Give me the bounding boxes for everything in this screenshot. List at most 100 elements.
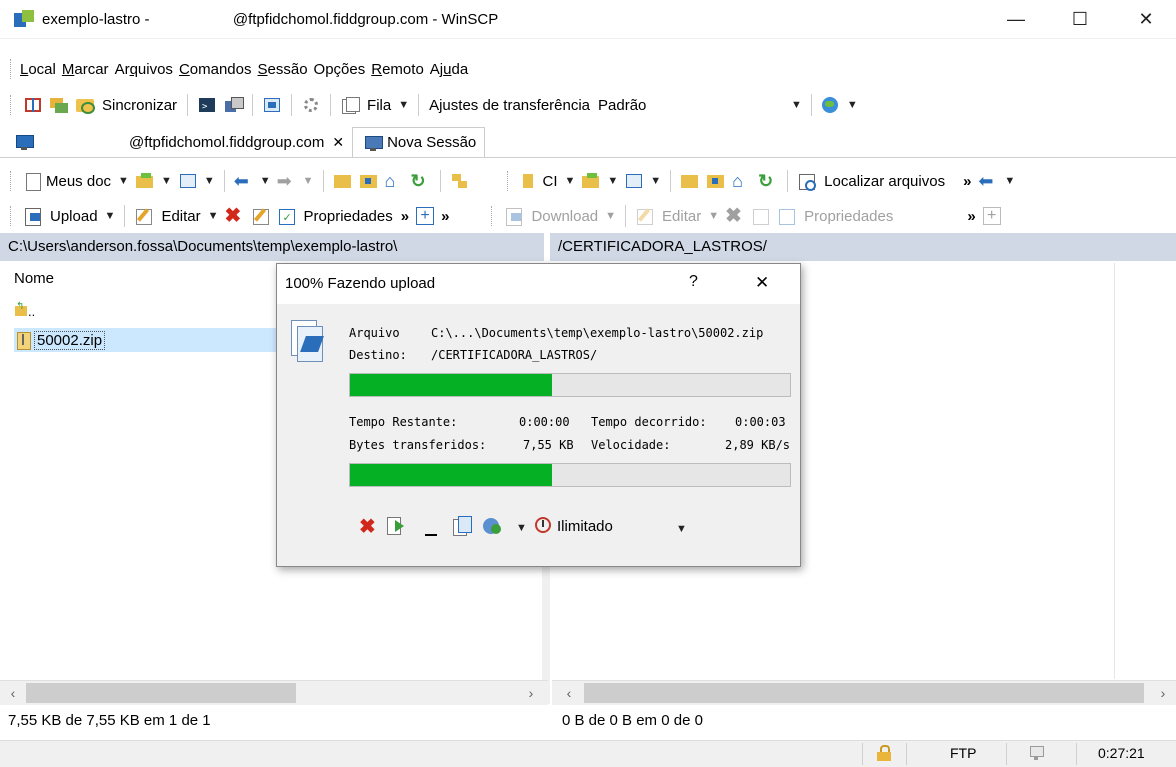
cancel-transfer-icon[interactable]: ✖: [359, 514, 376, 539]
forward-arrow-icon[interactable]: ➡: [277, 172, 297, 190]
speed-limit-select[interactable]: Ilimitado: [557, 518, 667, 535]
toolbar-grip[interactable]: [491, 206, 495, 226]
remote-back-dropdown-icon[interactable]: ▼: [1004, 175, 1015, 187]
close-button[interactable]: ✕: [1120, 0, 1172, 38]
download-dropdown-icon[interactable]: ▼: [605, 210, 616, 222]
remote-refresh-icon[interactable]: ↻: [758, 172, 778, 190]
compare-directories-icon[interactable]: [23, 96, 43, 114]
speed-limit-dropdown-icon[interactable]: ▼: [676, 523, 687, 535]
toggle-tree-icon[interactable]: [450, 172, 470, 190]
open-folder-icon[interactable]: [135, 172, 155, 190]
preferences-gear-icon[interactable]: [301, 96, 321, 114]
globe-dropdown-icon[interactable]: ▼: [847, 99, 858, 111]
globe-sync-icon[interactable]: [821, 96, 841, 114]
maximize-button[interactable]: ☐: [1054, 0, 1106, 38]
transfer-preset-select[interactable]: Padrão: [598, 97, 784, 114]
remote-location-select[interactable]: CI: [543, 173, 558, 190]
upload-dropdown-icon[interactable]: ▼: [105, 210, 116, 222]
toolbar-grip[interactable]: [10, 95, 14, 115]
new-plus-icon[interactable]: +: [416, 207, 435, 225]
remote-new-plus-icon[interactable]: +: [982, 207, 1001, 225]
menu-ajuda[interactable]: Ajuda: [430, 61, 468, 78]
transfer-preset-dropdown-icon[interactable]: ▼: [791, 99, 802, 111]
refresh-icon[interactable]: ↻: [411, 172, 431, 190]
local-computer-icon[interactable]: [14, 133, 34, 151]
find-files-icon[interactable]: [797, 172, 817, 191]
queue-dropdown-icon[interactable]: ▼: [398, 99, 409, 111]
local-path-bar[interactable]: C:\Users\anderson.fossa\Documents\temp\e…: [0, 233, 544, 261]
remote-rename-icon[interactable]: [751, 207, 771, 225]
file-row[interactable]: 50002.zip: [14, 328, 106, 352]
console-icon[interactable]: >: [197, 96, 217, 114]
remote-scroll-left-arrow-icon[interactable]: ‹: [558, 683, 580, 703]
properties-icon[interactable]: ✓: [277, 207, 297, 225]
column-header-name[interactable]: Nome: [14, 270, 54, 287]
remote-scrollbar-thumb[interactable]: [584, 683, 1144, 703]
delete-icon[interactable]: ✖: [225, 206, 245, 226]
minimize-dialog-icon[interactable]: [425, 534, 437, 536]
remote-path-bar[interactable]: /CERTIFICADORA_LASTROS/: [550, 233, 1176, 261]
on-completion-icon[interactable]: [483, 516, 503, 536]
move-to-background-icon[interactable]: [387, 516, 407, 536]
menu-sessao[interactable]: Sessão: [258, 61, 308, 78]
properties-button[interactable]: Propriedades: [304, 208, 393, 225]
remote-properties-button[interactable]: Propriedades: [804, 208, 893, 225]
menu-marcar[interactable]: Marcar: [62, 61, 109, 78]
filter-icon[interactable]: [178, 172, 198, 190]
upload-icon[interactable]: [23, 207, 43, 226]
scrollbar-thumb[interactable]: [26, 683, 296, 703]
remote-root-directory-icon[interactable]: [706, 172, 726, 190]
forward-dropdown-icon[interactable]: ▼: [303, 175, 314, 187]
remote-edit-icon[interactable]: [635, 207, 655, 225]
open-folder-dropdown-icon[interactable]: ▼: [161, 175, 172, 187]
tab-close-icon[interactable]: ✕: [332, 134, 344, 151]
menu-comandos[interactable]: Comandos: [179, 61, 252, 78]
toolbar-overflow-icon[interactable]: »: [967, 208, 975, 225]
find-files-button[interactable]: Localizar arquivos: [824, 173, 945, 190]
tree-view-icon[interactable]: [262, 96, 282, 114]
toolbar-overflow-icon[interactable]: »: [401, 208, 409, 225]
remote-open-folder-icon[interactable]: [581, 172, 601, 190]
tab-new-session[interactable]: Nova Sessão: [352, 126, 486, 158]
remote-filter-dropdown-icon[interactable]: ▼: [650, 175, 661, 187]
menu-arquivos[interactable]: Arquivos: [115, 61, 173, 78]
download-button[interactable]: Download: [531, 208, 598, 225]
queue-transfer-icon[interactable]: [453, 516, 473, 536]
toolbar-grip[interactable]: [10, 206, 14, 226]
menu-opcoes[interactable]: Opções: [314, 61, 366, 78]
remote-scroll-right-arrow-icon[interactable]: ›: [1152, 683, 1174, 703]
menu-remoto[interactable]: Remoto: [371, 61, 424, 78]
remote-location-dropdown-icon[interactable]: ▼: [565, 175, 576, 187]
upload-button[interactable]: Upload: [50, 208, 98, 225]
remote-back-arrow-icon[interactable]: ⬅: [978, 172, 998, 190]
synchronize-button[interactable]: Sincronizar: [102, 97, 177, 114]
edit-dropdown-icon[interactable]: ▼: [208, 210, 219, 222]
filter-dropdown-icon[interactable]: ▼: [204, 175, 215, 187]
dialog-help-button[interactable]: ?: [689, 273, 698, 291]
remote-open-folder-dropdown-icon[interactable]: ▼: [607, 175, 618, 187]
scroll-left-arrow-icon[interactable]: ‹: [2, 683, 24, 703]
menu-local[interactable]: Local: [20, 61, 56, 78]
download-icon[interactable]: [504, 207, 524, 226]
synchronize-icon[interactable]: [75, 96, 95, 114]
root-directory-icon[interactable]: [359, 172, 379, 190]
toolbar-grip[interactable]: [10, 59, 14, 79]
toolbar-grip[interactable]: [10, 171, 14, 191]
toolbar-overflow-icon[interactable]: »: [963, 173, 971, 190]
scroll-right-arrow-icon[interactable]: ›: [520, 683, 542, 703]
local-horizontal-scrollbar[interactable]: ‹ ›: [0, 680, 548, 705]
putty-icon[interactable]: [223, 96, 245, 114]
on-completion-dropdown-icon[interactable]: ▼: [516, 522, 527, 534]
parent-directory-icon[interactable]: [333, 172, 353, 190]
remote-home-icon[interactable]: ⌂: [732, 172, 752, 190]
minimize-button[interactable]: —: [990, 0, 1042, 38]
remote-edit-button[interactable]: Editar: [662, 208, 701, 225]
parent-directory-row[interactable]: ↰ ..: [14, 302, 35, 320]
remote-filter-icon[interactable]: [624, 172, 644, 190]
local-location-select[interactable]: Meus doc: [46, 173, 111, 190]
back-arrow-icon[interactable]: ⬅: [234, 172, 254, 190]
remote-delete-icon[interactable]: ✖: [725, 206, 745, 226]
toolbar-overflow-icon[interactable]: »: [441, 208, 449, 225]
tab-session[interactable]: @ftpfidchomol.fiddgroup.com ✕: [121, 127, 353, 157]
queue-button[interactable]: Fila: [367, 97, 391, 114]
